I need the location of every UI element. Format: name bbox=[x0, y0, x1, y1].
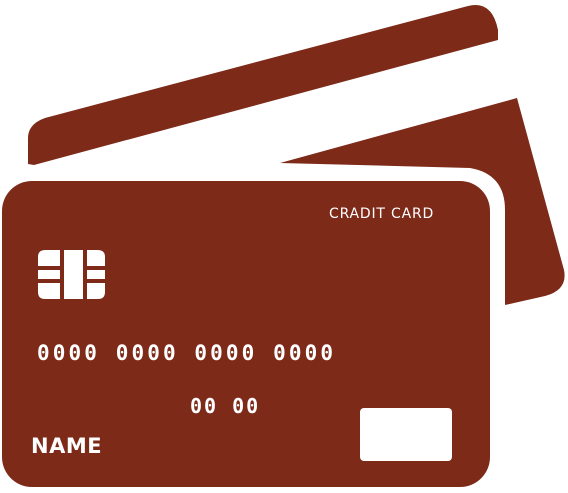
chip-icon bbox=[38, 250, 105, 299]
card-number: 0000 0000 0000 0000 bbox=[37, 341, 337, 365]
card-expiry: 00 00 bbox=[190, 394, 261, 418]
signature-box bbox=[360, 408, 452, 461]
card-brand-label: CRADIT CARD bbox=[329, 206, 435, 222]
credit-cards-illustration: CRADIT CARD 0000 0000 0000 0000 00 00 NA… bbox=[0, 0, 568, 489]
card-holder-name: NAME bbox=[31, 434, 103, 458]
